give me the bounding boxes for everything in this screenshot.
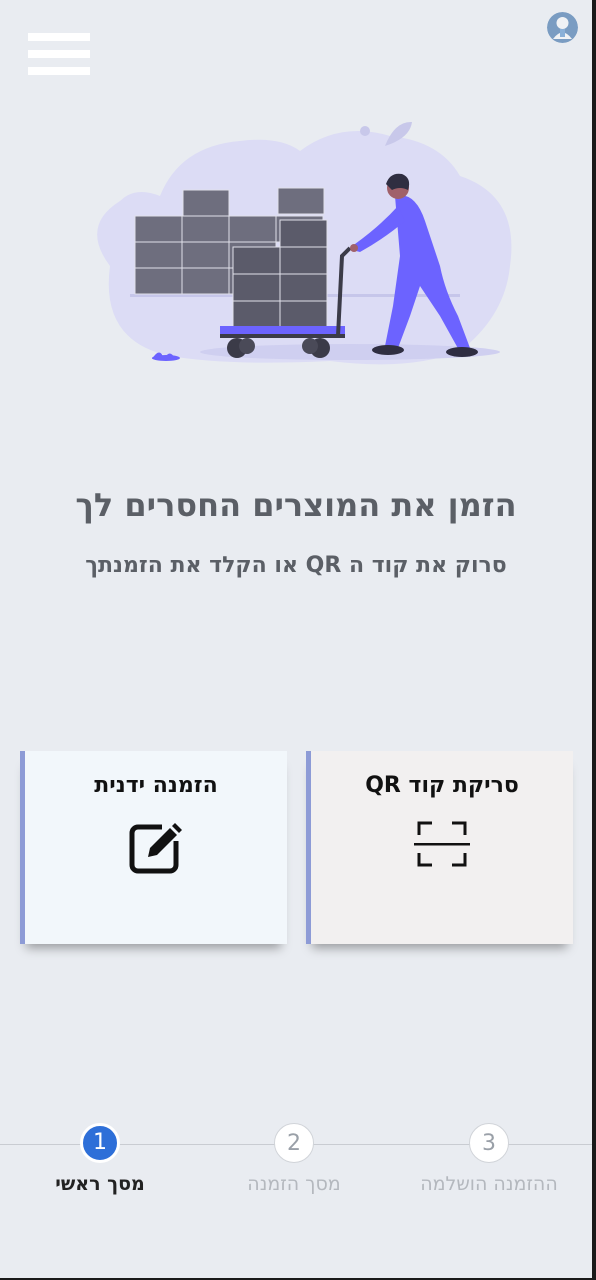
step-2-label: מסך הזמנה	[247, 1173, 341, 1195]
hamburger-menu-icon[interactable]	[28, 33, 92, 81]
step-3-label: ההזמנה הושלמה	[420, 1173, 558, 1195]
step-2-circle: 2	[274, 1123, 314, 1163]
qr-scan-label: סריקת קוד QR	[365, 773, 519, 798]
step-1-circle: 1	[80, 1123, 120, 1163]
scan-icon	[414, 819, 470, 873]
step-order-screen[interactable]: 2 מסך הזמנה	[194, 1120, 394, 1195]
delivery-illustration	[80, 116, 520, 376]
user-avatar[interactable]	[547, 12, 578, 43]
page-subtitle: סרוק את קוד ה QR או הקלד את הזמנתך	[85, 553, 507, 578]
step-3-circle: 3	[469, 1123, 509, 1163]
manual-order-card[interactable]: הזמנה ידנית	[20, 751, 287, 944]
progress-stepper: 1 מסך ראשי 2 מסך הזמנה 3 ההזמנה הושלמה	[0, 1120, 592, 1220]
step-main-screen[interactable]: 1 מסך ראשי	[0, 1120, 200, 1195]
page-title: הזמן את המוצרים החסרים לך	[75, 486, 517, 524]
step-1-label: מסך ראשי	[55, 1173, 145, 1195]
manual-order-label: הזמנה ידנית	[94, 773, 218, 798]
step-order-complete[interactable]: 3 ההזמנה הושלמה	[389, 1120, 589, 1195]
edit-icon	[128, 819, 184, 879]
qr-scan-card[interactable]: סריקת קוד QR	[306, 751, 573, 944]
